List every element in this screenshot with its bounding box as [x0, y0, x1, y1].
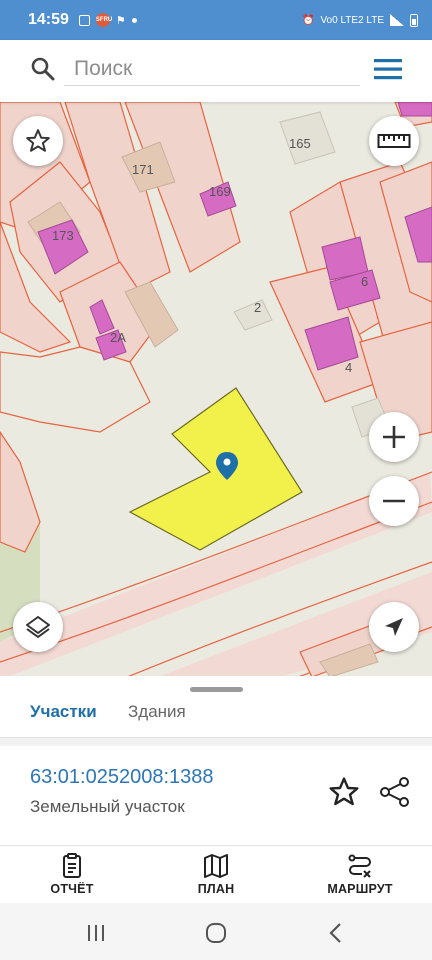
search-icon[interactable] — [30, 56, 56, 82]
more-notifications-icon — [131, 17, 137, 23]
navigation-arrow-icon — [385, 618, 403, 636]
nav-route-label: МАРШРУТ — [327, 882, 393, 896]
layers-button[interactable] — [13, 602, 63, 652]
search-bar — [0, 40, 432, 102]
parcel-number-label: 165 — [289, 136, 311, 151]
divider — [0, 738, 432, 746]
minus-icon — [383, 499, 405, 503]
report-icon — [63, 853, 81, 878]
layers-icon — [26, 616, 50, 638]
nav-report[interactable]: ОТЧЁТ — [0, 846, 144, 903]
nav-plan[interactable]: ПЛАН — [144, 846, 288, 903]
search-input[interactable] — [64, 52, 360, 86]
plus-icon — [383, 426, 405, 448]
status-notification-icons: SFRU ⚑ — [78, 13, 137, 27]
tab-buildings[interactable]: Здания — [128, 698, 186, 742]
add-favorite-star-icon[interactable] — [328, 776, 360, 808]
system-navigation-bar — [0, 903, 432, 960]
notification-icon — [78, 14, 90, 26]
home-icon[interactable] — [202, 919, 230, 947]
measure-button[interactable] — [369, 116, 419, 166]
parcel-number-label: 173 — [52, 228, 74, 243]
back-icon[interactable] — [322, 919, 350, 947]
nav-plan-label: ПЛАН — [197, 882, 235, 896]
tab-bar: Участки Здания — [0, 694, 432, 742]
cadastral-number-link[interactable]: 63:01:0252008:1388 — [30, 766, 214, 789]
parcel-number-label: 6 — [361, 274, 369, 289]
tab-parcels[interactable]: Участки — [30, 698, 100, 742]
app-badge-icon: SFRU — [95, 13, 112, 27]
parcel-number-label: 2 — [254, 300, 262, 315]
status-time: 14:59 — [28, 11, 69, 28]
signal-icon — [390, 14, 404, 26]
parcel-number-label: 169 — [209, 184, 231, 199]
share-icon[interactable] — [378, 776, 412, 808]
menu-icon[interactable] — [372, 56, 404, 82]
ruler-icon — [377, 134, 411, 148]
bottom-navigation: ОТЧЁТ ПЛАН МАРШРУТ — [0, 845, 432, 903]
building — [397, 102, 432, 117]
rf-icon: ⚑ — [115, 14, 126, 27]
status-system-icons: ⏰ Vo0 LTE2 LTE — [301, 13, 418, 27]
parcel-number-label: 4 — [345, 360, 353, 375]
drag-handle[interactable] — [190, 687, 243, 692]
object-type-label: Земельный участок — [30, 797, 185, 816]
battery-icon — [410, 13, 418, 27]
map-view[interactable]: 165 171 169 173 2 6 4 2А — [0, 102, 432, 680]
map-plan-icon — [204, 854, 228, 878]
recent-apps-icon[interactable] — [82, 919, 110, 947]
network-type-text: Vo0 LTE2 LTE — [320, 14, 384, 26]
alarm-icon: ⏰ — [301, 14, 315, 26]
route-icon — [348, 854, 371, 878]
zoom-out-button[interactable] — [369, 476, 419, 526]
status-bar: 14:59 SFRU ⚑ ⏰ Vo0 LTE2 LTE — [0, 0, 432, 40]
my-location-button[interactable] — [369, 602, 419, 652]
parcel-number-label: 2А — [110, 330, 126, 345]
parcel-number-label: 171 — [132, 162, 154, 177]
favorites-button[interactable] — [13, 116, 63, 166]
nav-report-label: ОТЧЁТ — [50, 882, 94, 896]
nav-route[interactable]: МАРШРУТ — [288, 846, 432, 903]
star-icon — [26, 129, 50, 152]
zoom-in-button[interactable] — [369, 412, 419, 462]
